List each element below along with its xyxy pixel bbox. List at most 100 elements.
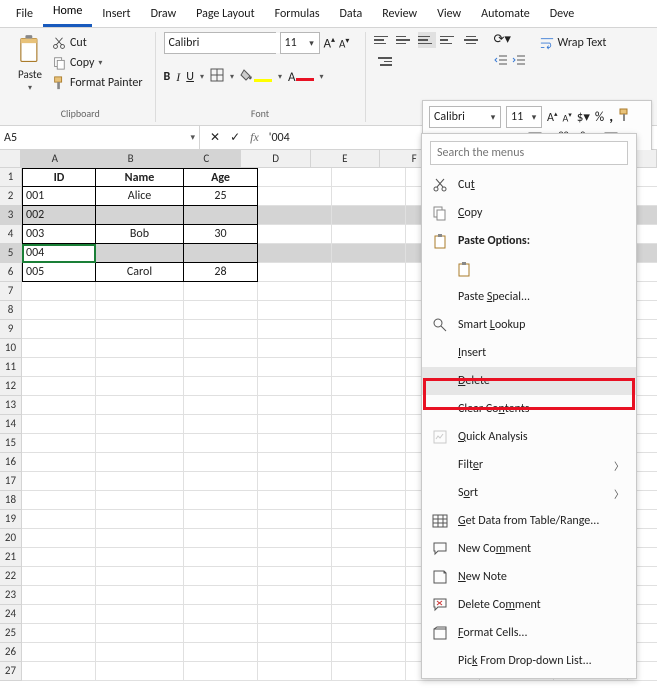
chevron-down-icon[interactable]: ▾: [190, 132, 195, 143]
cell[interactable]: [22, 453, 96, 472]
tab-home[interactable]: Home: [43, 0, 92, 27]
row-header[interactable]: 20: [0, 529, 22, 548]
col-header-d[interactable]: D: [241, 150, 310, 168]
cell[interactable]: [332, 529, 406, 548]
cell[interactable]: [258, 624, 332, 643]
align-center-button[interactable]: [462, 32, 480, 48]
cell[interactable]: [96, 586, 184, 605]
row-header[interactable]: 7: [0, 282, 22, 301]
tab-data[interactable]: Data: [330, 3, 373, 27]
cell[interactable]: [184, 453, 258, 472]
font-size-input[interactable]: [281, 33, 305, 53]
cell[interactable]: [184, 529, 258, 548]
align-top-button[interactable]: [374, 32, 392, 48]
row-header[interactable]: 13: [0, 396, 22, 415]
row-header[interactable]: 4: [0, 225, 22, 244]
row-header[interactable]: 16: [0, 453, 22, 472]
cell[interactable]: Age: [184, 168, 258, 187]
cell[interactable]: [332, 320, 406, 339]
cell[interactable]: [332, 453, 406, 472]
cm-new-note[interactable]: New Note: [422, 563, 636, 591]
cell[interactable]: [258, 567, 332, 586]
font-size-combo[interactable]: ▾: [280, 32, 320, 54]
cell[interactable]: [332, 605, 406, 624]
cell[interactable]: [22, 415, 96, 434]
cell[interactable]: [258, 434, 332, 453]
cell[interactable]: [96, 377, 184, 396]
row-header[interactable]: 21: [0, 548, 22, 567]
cell[interactable]: 002: [22, 206, 96, 225]
cell[interactable]: Name: [96, 168, 184, 187]
cut-button[interactable]: Cut: [48, 34, 147, 52]
cell[interactable]: [184, 396, 258, 415]
row-header[interactable]: 5: [0, 244, 22, 263]
cell[interactable]: [332, 206, 406, 225]
cell[interactable]: [332, 491, 406, 510]
cell[interactable]: [22, 396, 96, 415]
cell[interactable]: [96, 415, 184, 434]
cell[interactable]: [184, 377, 258, 396]
cell[interactable]: [96, 643, 184, 662]
cell[interactable]: 30: [184, 225, 258, 244]
cell[interactable]: Carol: [96, 263, 184, 282]
cell[interactable]: [96, 510, 184, 529]
cell[interactable]: [332, 377, 406, 396]
row-header[interactable]: 3: [0, 206, 22, 225]
row-header[interactable]: 15: [0, 434, 22, 453]
mini-font-name-combo[interactable]: ▾: [429, 106, 501, 128]
tab-review[interactable]: Review: [372, 3, 427, 27]
increase-font-icon[interactable]: A▴: [324, 35, 336, 51]
decrease-font-icon[interactable]: A▾: [339, 36, 349, 51]
cell[interactable]: [184, 358, 258, 377]
cell[interactable]: [332, 396, 406, 415]
cell[interactable]: [258, 301, 332, 320]
comma-button[interactable]: ,: [609, 108, 613, 126]
name-box-input[interactable]: [4, 131, 64, 145]
row-header[interactable]: 27: [0, 662, 22, 681]
format-painter-button[interactable]: Format Painter: [48, 74, 147, 92]
cell[interactable]: Alice: [96, 187, 184, 206]
row-header[interactable]: 12: [0, 377, 22, 396]
cell[interactable]: [332, 624, 406, 643]
cell[interactable]: [96, 529, 184, 548]
cell[interactable]: [96, 358, 184, 377]
cm-delete[interactable]: Delete: [422, 367, 636, 395]
name-box[interactable]: ▾: [0, 126, 200, 149]
cell[interactable]: Bob: [96, 225, 184, 244]
format-painter-icon[interactable]: [618, 108, 632, 126]
cell[interactable]: [258, 206, 332, 225]
cell[interactable]: [258, 510, 332, 529]
bold-button[interactable]: B: [164, 70, 171, 84]
cell[interactable]: [332, 263, 406, 282]
cell[interactable]: [96, 282, 184, 301]
cell[interactable]: [184, 624, 258, 643]
cell[interactable]: [332, 434, 406, 453]
cm-smart-lookup[interactable]: Smart Lookup: [422, 311, 636, 339]
increase-indent-button[interactable]: [512, 53, 526, 71]
tab-draw[interactable]: Draw: [141, 3, 187, 27]
row-header[interactable]: 23: [0, 586, 22, 605]
cell[interactable]: [258, 453, 332, 472]
cell[interactable]: [332, 643, 406, 662]
orientation-button[interactable]: ⟳▾: [494, 32, 526, 47]
cell[interactable]: [332, 168, 406, 187]
cell[interactable]: [184, 282, 258, 301]
cell[interactable]: [332, 415, 406, 434]
cell[interactable]: [332, 358, 406, 377]
cell[interactable]: [96, 472, 184, 491]
cell[interactable]: [96, 434, 184, 453]
col-header-a[interactable]: A: [21, 150, 90, 168]
font-name-combo[interactable]: ▾: [164, 32, 276, 54]
cell[interactable]: [184, 434, 258, 453]
cell[interactable]: [258, 586, 332, 605]
cm-paste-default[interactable]: [422, 255, 636, 283]
cell[interactable]: [22, 567, 96, 586]
cell[interactable]: [22, 434, 96, 453]
cell[interactable]: [96, 567, 184, 586]
cell[interactable]: [22, 358, 96, 377]
row-header[interactable]: 11: [0, 358, 22, 377]
cell[interactable]: [332, 567, 406, 586]
cell[interactable]: [22, 472, 96, 491]
cell[interactable]: [258, 491, 332, 510]
cell[interactable]: [258, 263, 332, 282]
